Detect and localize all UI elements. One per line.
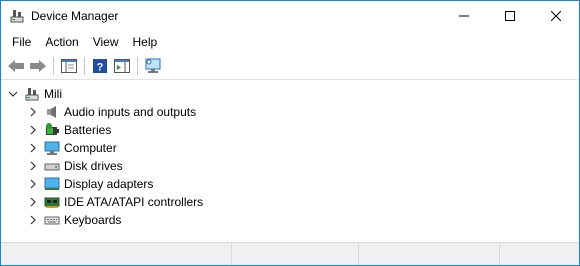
tree-node-disk-drives[interactable]: Disk drives — [1, 157, 579, 175]
title-bar[interactable]: Device Manager — [1, 1, 579, 31]
chevron-down-icon[interactable] — [7, 88, 19, 100]
tree-node-label: Audio inputs and outputs — [64, 105, 197, 119]
ide-controller-icon — [44, 194, 60, 210]
tree-node-label: Computer — [64, 141, 117, 155]
tree-root-node[interactable]: Mili — [1, 85, 579, 103]
monitor-icon — [44, 140, 60, 156]
tree-node-label: Disk drives — [64, 159, 123, 173]
tree-node-computer[interactable]: Computer — [1, 139, 579, 157]
properties-pane-icon — [114, 59, 130, 73]
help-button[interactable]: ? — [89, 55, 111, 77]
chevron-right-icon[interactable] — [27, 178, 39, 190]
chevron-right-icon[interactable] — [27, 124, 39, 136]
toolbar-separator — [53, 57, 54, 75]
close-button[interactable] — [533, 1, 579, 31]
help-icon: ? — [93, 59, 107, 74]
tree-node-label: Display adapters — [64, 177, 154, 191]
battery-icon — [44, 122, 60, 138]
menu-bar: File Action View Help — [1, 31, 579, 53]
tree-node-audio[interactable]: Audio inputs and outputs — [1, 103, 579, 121]
display-adapter-icon — [44, 176, 60, 192]
menu-action[interactable]: Action — [38, 32, 85, 52]
scan-hardware-icon — [145, 58, 161, 73]
scan-hardware-button[interactable] — [142, 55, 164, 77]
chevron-right-icon[interactable] — [27, 196, 39, 208]
chevron-right-icon[interactable] — [27, 160, 39, 172]
minimize-icon — [459, 15, 469, 17]
maximize-icon — [505, 11, 515, 21]
device-tree[interactable]: Mili Audio inputs and outputs Batteries — [1, 81, 579, 243]
status-bar — [1, 242, 579, 265]
menu-help[interactable]: Help — [126, 32, 165, 52]
back-icon — [8, 60, 24, 72]
show-hide-console-tree-button[interactable] — [58, 55, 80, 77]
menu-file[interactable]: File — [5, 32, 38, 52]
tree-node-label: Batteries — [64, 123, 112, 137]
properties-pane-button[interactable] — [111, 55, 133, 77]
tree-node-label: Keyboards — [64, 213, 122, 227]
back-button[interactable] — [5, 55, 27, 77]
tree-node-batteries[interactable]: Batteries — [1, 121, 579, 139]
toolbar-separator — [137, 57, 138, 75]
tree-node-keyboards[interactable]: Keyboards — [1, 211, 579, 229]
status-pane — [1, 243, 232, 265]
svg-text:?: ? — [97, 62, 104, 74]
maximize-button[interactable] — [487, 1, 533, 31]
show-hide-console-tree-icon — [61, 59, 77, 73]
tree-root-label: Mili — [44, 87, 62, 101]
computer-tree-icon — [24, 86, 40, 102]
forward-icon — [30, 60, 46, 72]
window-title: Device Manager — [31, 9, 119, 23]
status-pane — [232, 243, 359, 265]
speaker-icon — [44, 104, 60, 120]
chevron-right-icon[interactable] — [27, 142, 39, 154]
disk-drive-icon — [44, 158, 60, 174]
close-icon — [551, 11, 561, 21]
tree-node-label: IDE ATA/ATAPI controllers — [64, 195, 204, 209]
toolbar-separator — [84, 57, 85, 75]
status-pane — [359, 243, 500, 265]
chevron-right-icon[interactable] — [27, 106, 39, 118]
minimize-button[interactable] — [441, 1, 487, 31]
keyboard-icon — [44, 212, 60, 228]
menu-view[interactable]: View — [86, 32, 126, 52]
tree-node-display-adapters[interactable]: Display adapters — [1, 175, 579, 193]
device-manager-icon — [9, 8, 25, 24]
device-manager-window: Device Manager File Action View Help ? M… — [0, 0, 580, 266]
tree-node-ide-controllers[interactable]: IDE ATA/ATAPI controllers — [1, 193, 579, 211]
forward-button[interactable] — [27, 55, 49, 77]
toolbar: ? — [1, 53, 579, 80]
chevron-right-icon[interactable] — [27, 214, 39, 226]
